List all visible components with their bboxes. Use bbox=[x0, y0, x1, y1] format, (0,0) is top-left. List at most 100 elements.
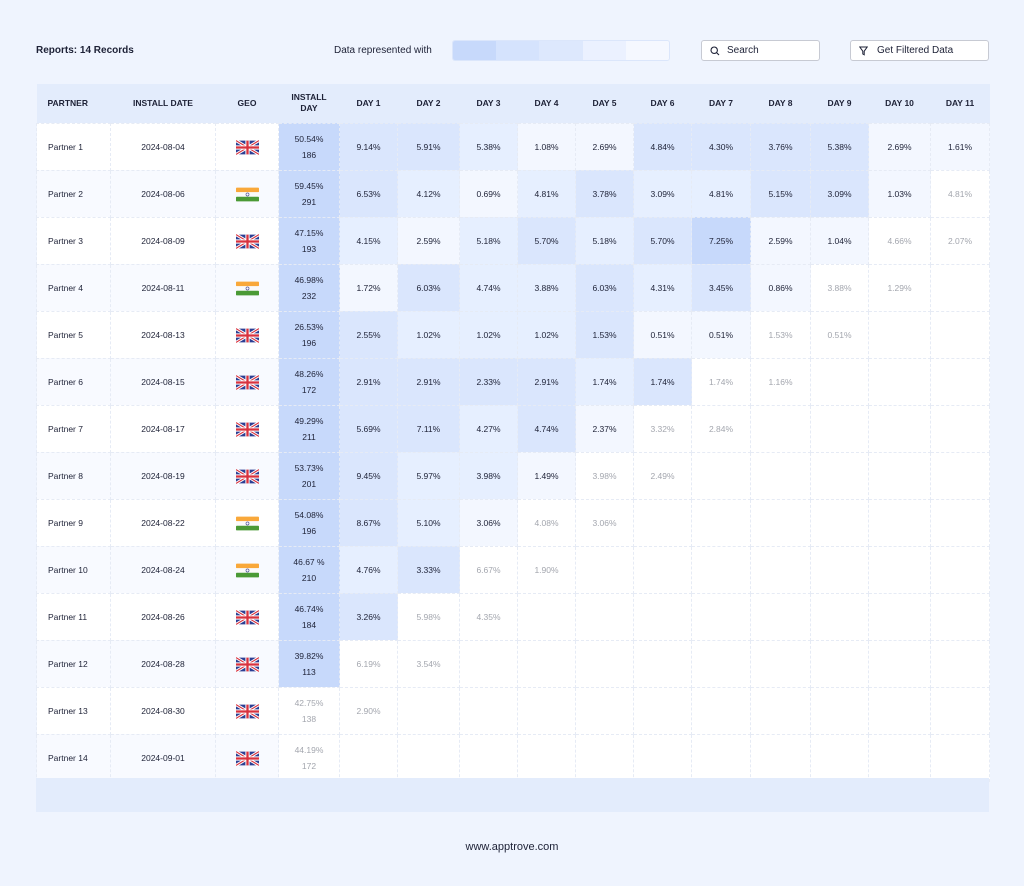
india-flag-icon bbox=[235, 187, 259, 202]
empty-cell bbox=[397, 686, 460, 735]
empty-cell bbox=[459, 639, 518, 688]
retention-cell: 1.16% bbox=[750, 357, 811, 406]
empty-cell bbox=[930, 357, 990, 406]
table-row[interactable]: Partner 10 2024-08-24 46.67 % 210 4.76% 3.33%… bbox=[36, 545, 990, 594]
records-count: Reports: 14 Records bbox=[36, 45, 134, 56]
column-header[interactable]: DAY 9 bbox=[810, 84, 869, 123]
empty-cell bbox=[633, 686, 692, 735]
empty-cell bbox=[810, 545, 869, 594]
empty-cell bbox=[930, 686, 990, 735]
retention-cell: 3.98% bbox=[459, 451, 518, 500]
partner-name-cell: Partner 12 bbox=[36, 639, 111, 688]
retention-cell: 3.88% bbox=[517, 263, 576, 312]
empty-cell bbox=[868, 639, 931, 688]
uk-flag-icon bbox=[235, 233, 259, 249]
table-row[interactable]: Partner 12 2024-08-28 39.82% 113 6.19% 3.54% bbox=[36, 639, 990, 688]
install-day-cell: 26.53% 196 bbox=[278, 310, 340, 359]
filter-icon bbox=[859, 46, 868, 56]
retention-cell: 3.98% bbox=[575, 451, 634, 500]
color-legend-scale bbox=[452, 40, 670, 61]
retention-cell: 5.38% bbox=[810, 122, 869, 171]
empty-cell bbox=[930, 498, 990, 547]
uk-flag-icon bbox=[235, 609, 259, 625]
retention-cell: 0.51% bbox=[633, 310, 692, 359]
search-input[interactable]: Search bbox=[701, 40, 820, 61]
install-count: 184 bbox=[301, 619, 317, 630]
retention-cell: 2.84% bbox=[691, 404, 751, 453]
column-header[interactable]: DAY 1 bbox=[339, 84, 398, 123]
column-header[interactable]: DAY 5 bbox=[575, 84, 634, 123]
retention-cell: 3.88% bbox=[810, 263, 869, 312]
table-row[interactable]: Partner 5 2024-08-13 26.53% 196 2.55% 1.02% 1.… bbox=[36, 310, 990, 359]
column-header[interactable]: DAY 11 bbox=[930, 84, 990, 123]
table-row[interactable]: Partner 6 2024-08-15 48.26% 172 2.91% 2.91% 2.… bbox=[36, 357, 990, 406]
retention-cell: 6.53% bbox=[339, 169, 398, 218]
uk-flag-icon bbox=[235, 421, 259, 437]
column-header[interactable]: INSTALL DATE bbox=[110, 84, 216, 123]
geo-cell bbox=[215, 545, 279, 594]
empty-cell bbox=[810, 592, 869, 641]
cohort-report-table: PARTNER INSTALL DATE GEO INSTALL DAY DAY 1 DAY… bbox=[36, 84, 990, 782]
retention-cell: 1.08% bbox=[517, 122, 576, 171]
column-header[interactable]: DAY 10 bbox=[868, 84, 931, 123]
install-day-cell: 46.67 % 210 bbox=[278, 545, 340, 594]
column-header[interactable]: PARTNER bbox=[36, 84, 111, 123]
empty-cell bbox=[691, 639, 751, 688]
uk-flag-icon bbox=[235, 468, 259, 484]
retention-cell: 3.32% bbox=[633, 404, 692, 453]
install-percentage: 46.98% bbox=[294, 274, 324, 285]
table-row[interactable]: Partner 7 2024-08-17 49.29% 211 5.69% 7.11% 4.… bbox=[36, 404, 990, 453]
column-header[interactable]: DAY 7 bbox=[691, 84, 751, 123]
retention-cell: 4.27% bbox=[459, 404, 518, 453]
geo-cell bbox=[215, 404, 279, 453]
legend-swatch bbox=[539, 41, 583, 60]
retention-cell: 4.76% bbox=[339, 545, 398, 594]
get-filtered-data-button[interactable]: Get Filtered Data bbox=[850, 40, 989, 61]
retention-cell: 2.91% bbox=[517, 357, 576, 406]
install-date-cell: 2024-08-24 bbox=[110, 545, 216, 594]
column-header[interactable]: DAY 6 bbox=[633, 84, 692, 123]
retention-cell: 2.55% bbox=[339, 310, 398, 359]
install-day-cell: 39.82% 113 bbox=[278, 639, 340, 688]
empty-cell bbox=[633, 545, 692, 594]
install-percentage: 54.08% bbox=[294, 509, 324, 520]
table-row[interactable]: Partner 8 2024-08-19 53.73% 201 9.45% 5.97% 3.… bbox=[36, 451, 990, 500]
table-row[interactable]: Partner 3 2024-08-09 47.15% 193 4.15% 2.59% 5.… bbox=[36, 216, 990, 265]
uk-flag-icon bbox=[235, 703, 259, 719]
retention-cell: 1.04% bbox=[810, 216, 869, 265]
retention-cell: 4.35% bbox=[459, 592, 518, 641]
column-header[interactable]: INSTALL DAY bbox=[278, 84, 340, 123]
retention-cell: 5.91% bbox=[397, 122, 460, 171]
empty-cell bbox=[575, 686, 634, 735]
retention-cell: 5.18% bbox=[575, 216, 634, 265]
install-date-cell: 2024-09-01 bbox=[110, 733, 216, 782]
partner-name-cell: Partner 3 bbox=[36, 216, 111, 265]
uk-flag-icon bbox=[235, 374, 259, 390]
column-header[interactable]: DAY 3 bbox=[459, 84, 518, 123]
table-row[interactable]: Partner 13 2024-08-30 42.75% 138 2.90% bbox=[36, 686, 990, 735]
table-row[interactable]: Partner 1 2024-08-04 50.54% 186 9.14% 5.91% 5.… bbox=[36, 122, 990, 171]
table-row[interactable]: Partner 2 2024-08-06 59.45% 291 6.53% 4.12% 0.… bbox=[36, 169, 990, 218]
install-count: 211 bbox=[302, 431, 316, 442]
empty-cell bbox=[930, 733, 990, 782]
empty-cell bbox=[750, 498, 811, 547]
column-header[interactable]: DAY 2 bbox=[397, 84, 460, 123]
table-row[interactable]: Partner 11 2024-08-26 46.74% 184 3.26% 5.98% 4… bbox=[36, 592, 990, 641]
empty-cell bbox=[633, 733, 692, 782]
column-header[interactable]: DAY 8 bbox=[750, 84, 811, 123]
retention-cell: 4.81% bbox=[517, 169, 576, 218]
install-count: 172 bbox=[301, 760, 317, 771]
table-row[interactable]: Partner 9 2024-08-22 54.08% 196 8.67% 5.10% 3.… bbox=[36, 498, 990, 547]
install-day-cell: 44.19% 172 bbox=[278, 733, 340, 782]
install-day-cell: 59.45% 291 bbox=[278, 169, 340, 218]
partner-name-cell: Partner 7 bbox=[36, 404, 111, 453]
retention-cell: 2.91% bbox=[397, 357, 460, 406]
install-count: 232 bbox=[301, 290, 317, 301]
install-count: 196 bbox=[301, 525, 317, 536]
empty-cell bbox=[691, 686, 751, 735]
table-row[interactable]: Partner 14 2024-09-01 44.19% 172 bbox=[36, 733, 990, 782]
column-header[interactable]: GEO bbox=[215, 84, 279, 123]
table-row[interactable]: Partner 4 2024-08-11 46.98% 232 1.72% 6.03% 4.… bbox=[36, 263, 990, 312]
install-date-cell: 2024-08-09 bbox=[110, 216, 216, 265]
column-header[interactable]: DAY 4 bbox=[517, 84, 576, 123]
